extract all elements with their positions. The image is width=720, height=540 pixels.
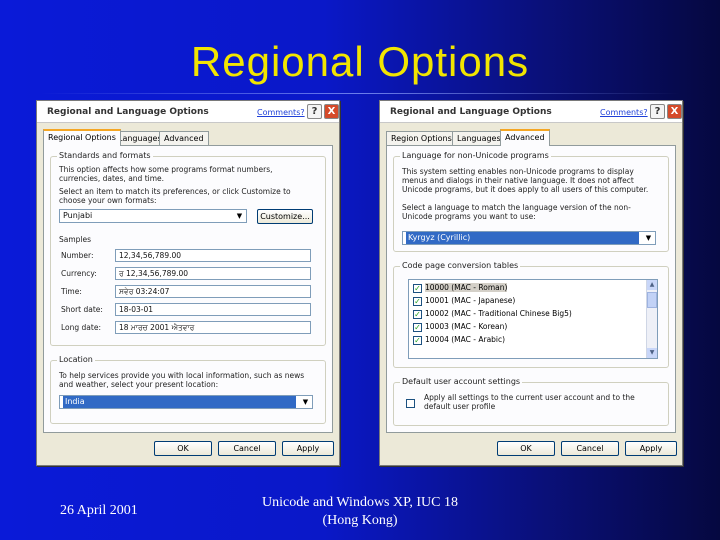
list-item[interactable]: ✓ 10001 (MAC - Japanese)	[413, 295, 515, 307]
tab-advanced[interactable]: Advanced	[159, 131, 209, 145]
sample-currency-label: Currency:	[61, 269, 97, 278]
select-language-text: Select a language to match the language …	[402, 203, 631, 221]
samples-label: Samples	[59, 235, 92, 244]
sample-long-date-label: Long date:	[61, 323, 101, 332]
sample-number-value: 12,34,56,789.00	[115, 249, 311, 262]
codepage-group-label: Code page conversion tables	[400, 261, 521, 270]
tab-advanced[interactable]: Advanced	[500, 129, 550, 146]
dialog-titlebar: Regional and Language Options Comments? …	[380, 101, 682, 123]
nonunicode-group: Language for non-Unicode programs This s…	[393, 151, 669, 252]
footer-caption: Unicode and Windows XP, IUC 18 (Hong Kon…	[250, 494, 470, 530]
customize-button[interactable]: Customize...	[257, 209, 313, 224]
default-account-text: Apply all settings to the current user a…	[424, 393, 635, 411]
apply-button[interactable]: Apply	[282, 441, 334, 456]
chevron-down-icon: ▼	[302, 398, 309, 406]
standards-group-label: Standards and formats	[57, 151, 153, 160]
sample-currency-value: ਰ 12,34,56,789.00	[115, 267, 311, 280]
list-item[interactable]: ✓ 10002 (MAC - Traditional Chinese Big5)	[413, 308, 572, 320]
checkbox-checked[interactable]: ✓	[413, 283, 422, 293]
list-scrollbar[interactable]: ▲ ▼	[646, 280, 657, 358]
close-icon[interactable]: X	[667, 104, 682, 119]
slide-title: Regional Options	[190, 38, 530, 85]
default-account-group: Default user account settings Apply all …	[393, 377, 669, 426]
dialog-title: Regional and Language Options	[390, 107, 552, 117]
standards-description: This option affects how some programs fo…	[59, 165, 273, 183]
apply-button[interactable]: Apply	[625, 441, 677, 456]
cancel-button[interactable]: Cancel	[218, 441, 276, 456]
language-dropdown[interactable]: Kyrgyz (Cyrillic) ▼	[402, 231, 656, 245]
chevron-down-icon: ▼	[236, 212, 243, 220]
list-item[interactable]: ✓ 10004 (MAC - Arabic)	[413, 334, 505, 346]
checkbox-checked[interactable]: ✓	[413, 322, 422, 332]
select-item-text: Select an item to match its preferences,…	[59, 187, 291, 205]
sample-time-value: ਸਵੇਰ 03:24:07	[115, 285, 311, 298]
dialog-title: Regional and Language Options	[47, 107, 209, 117]
format-dropdown[interactable]: Punjabi ▼	[59, 209, 247, 223]
sample-short-date-value: 18-03-01	[115, 303, 311, 316]
regional-options-dialog: Regional and Language Options Comments? …	[36, 100, 340, 466]
language-value: Kyrgyz (Cyrillic)	[406, 232, 639, 244]
advanced-options-dialog: Regional and Language Options Comments? …	[379, 100, 683, 466]
comments-link[interactable]: Comments?	[600, 108, 648, 117]
tab-languages[interactable]: Languages	[452, 131, 506, 145]
codepage-group: Code page conversion tables ✓ 10000 (MAC …	[393, 261, 669, 368]
tab-panel: Language for non-Unicode programs This s…	[386, 145, 676, 433]
tab-panel: Standards and formats This option affect…	[43, 145, 333, 433]
ok-button[interactable]: OK	[497, 441, 555, 456]
footer-caption-line1: Unicode and Windows XP, IUC 18	[262, 495, 458, 510]
tab-regional-options[interactable]: Regional Options	[43, 129, 121, 146]
codepage-list[interactable]: ✓ 10000 (MAC - Roman) ✓ 10001 (MAC - Japan…	[408, 279, 658, 359]
location-value: India	[63, 396, 296, 408]
nonunicode-description: This system setting enables non-Unicode …	[402, 167, 649, 194]
sample-number-label: Number:	[61, 251, 94, 260]
help-icon[interactable]: ?	[650, 104, 665, 119]
standards-group: Standards and formats This option affect…	[50, 151, 326, 346]
checkbox-checked[interactable]: ✓	[413, 309, 422, 319]
help-icon[interactable]: ?	[307, 104, 322, 119]
comments-link[interactable]: Comments?	[257, 108, 305, 117]
title-divider	[40, 93, 680, 94]
scroll-up-icon[interactable]: ▲	[647, 280, 657, 290]
footer-date: 26 April 2001	[60, 503, 138, 518]
default-account-checkbox[interactable]	[406, 399, 415, 408]
sample-short-date-label: Short date:	[61, 305, 103, 314]
checkbox-checked[interactable]: ✓	[413, 335, 422, 345]
close-icon[interactable]: X	[324, 104, 339, 119]
format-value: Punjabi	[63, 211, 93, 220]
chevron-down-icon: ▼	[645, 234, 652, 242]
dialog-titlebar: Regional and Language Options Comments? …	[37, 101, 339, 123]
list-item[interactable]: ✓ 10003 (MAC - Korean)	[413, 321, 507, 333]
cancel-button[interactable]: Cancel	[561, 441, 619, 456]
ok-button[interactable]: OK	[154, 441, 212, 456]
scroll-thumb[interactable]	[647, 292, 657, 308]
default-account-group-label: Default user account settings	[400, 377, 523, 386]
sample-time-label: Time:	[61, 287, 82, 296]
tab-region-options[interactable]: Region Options	[386, 131, 457, 145]
location-dropdown[interactable]: India ▼	[59, 395, 313, 409]
footer-caption-line2: (Hong Kong)	[322, 513, 398, 528]
nonunicode-group-label: Language for non-Unicode programs	[400, 151, 551, 160]
location-group-label: Location	[57, 355, 95, 364]
sample-long-date-value: 18 ਮਾਰਚ 2001 ਐਤਵਾਰ	[115, 321, 311, 334]
scroll-down-icon[interactable]: ▼	[647, 348, 657, 358]
location-description: To help services provide you with local …	[59, 371, 305, 389]
list-item[interactable]: ✓ 10000 (MAC - Roman)	[413, 282, 508, 294]
checkbox-checked[interactable]: ✓	[413, 296, 422, 306]
location-group: Location To help services provide you wi…	[50, 355, 326, 424]
